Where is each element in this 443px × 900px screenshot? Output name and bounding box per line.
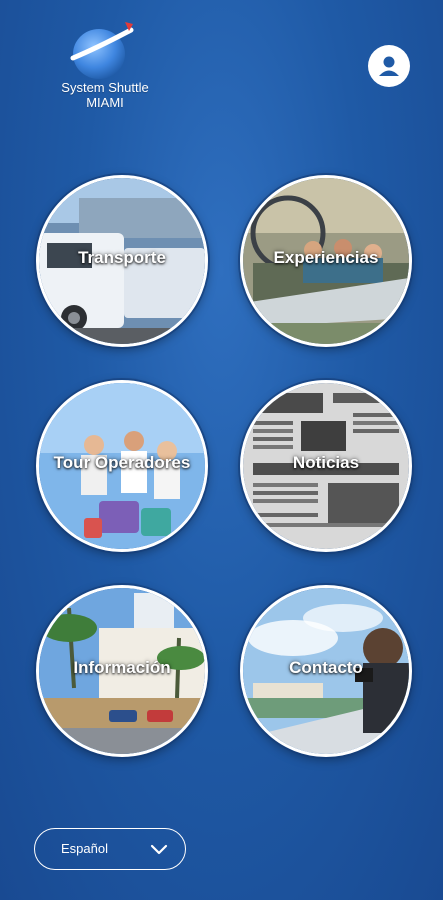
menu-tile-experiencias[interactable]: Experiencias (240, 175, 412, 347)
menu-tile-transporte[interactable]: Transporte (36, 175, 208, 347)
tile-label: Información (73, 658, 171, 677)
menu-tile-contacto[interactable]: Contacto (240, 585, 412, 757)
profile-button[interactable] (368, 45, 410, 87)
language-selector[interactable]: Español (34, 828, 186, 870)
brand-line-2: MIAMI (86, 95, 124, 110)
tile-label: Transporte (78, 248, 166, 267)
brand-line-1: System Shuttle (61, 80, 149, 95)
brand-logo: System Shuttle MIAMI (55, 18, 155, 118)
tile-label: Contacto (289, 658, 363, 677)
menu-tile-tour-operadores[interactable]: Tour Operadores (36, 380, 208, 552)
tile-label: Noticias (292, 453, 360, 472)
menu-tile-informacion[interactable]: Información (36, 585, 208, 757)
language-selected: Español (61, 841, 108, 856)
globe-logo-icon (70, 22, 134, 79)
menu-tile-noticias[interactable]: Noticias (240, 380, 412, 552)
user-icon (374, 51, 404, 81)
chevron-down-icon (150, 844, 168, 855)
brand-name: System Shuttle MIAMI (55, 80, 155, 110)
tile-label: Tour Operadores (53, 453, 191, 472)
tile-label: Experiencias (273, 248, 379, 267)
